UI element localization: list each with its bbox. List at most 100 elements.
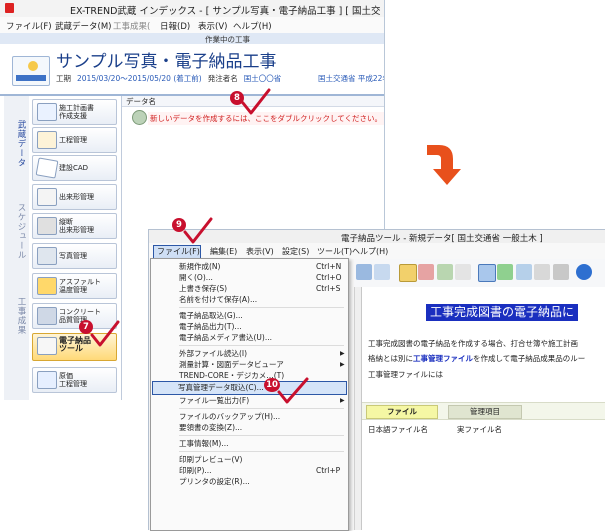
menu-item-label: 印刷プレビュー(V)	[179, 455, 243, 464]
sidebar-item-longitudinal[interactable]: 縦断 出来形管理	[32, 213, 117, 239]
file-menu-item[interactable]: プリンタの設定(R)...	[154, 476, 345, 487]
tab-construction-results[interactable]: 工事成果	[7, 291, 27, 341]
column-japanese-filename: 日本語ファイル名	[368, 425, 428, 434]
menu-item-label: 要領書の変換(Z)...	[179, 423, 243, 432]
project-info: 工期 2015/03/20〜2015/05/20 (着工前) 発注者名 国土〇〇省	[56, 73, 287, 84]
period-label: 工期	[56, 74, 71, 83]
file-menu-item[interactable]: 上書き保存(S) Ctrl+S	[154, 283, 345, 294]
menu-edit[interactable]: 編集(E)	[210, 246, 237, 257]
image-icon[interactable]	[437, 264, 453, 280]
menu-file[interactable]: ファイル(F)	[6, 20, 52, 32]
file-menu-item[interactable]: 電子納品出力(T)...	[154, 321, 345, 332]
menu-musashi-data[interactable]: 武蔵データ(M)	[55, 20, 111, 32]
menu-item-label: 写真管理データ取込(C)...	[178, 383, 264, 392]
orderer-label: 発注者名	[207, 74, 238, 83]
help-icon[interactable]	[576, 264, 592, 280]
file-menu-item[interactable]: TREND-CORE・デジカメ…(T)	[154, 370, 345, 381]
menu-item-label: プリンタの設定(R)...	[179, 477, 250, 486]
menu-separator	[179, 345, 344, 346]
sidebar-item-photo[interactable]: 写真管理	[32, 243, 117, 269]
grid-icon[interactable]	[455, 264, 471, 280]
sidebar-item-label: 原価 工程管理	[59, 372, 87, 388]
menu-tools[interactable]: ツール(T)	[317, 246, 352, 257]
file-menu-item[interactable]: 測量計算・図面データビューア ▶	[154, 359, 345, 370]
sidebar-item-label: 縦断 出来形管理	[59, 218, 94, 234]
menu-item-label: ファイル一覧出力(F)	[179, 396, 250, 405]
sidebar-item-label: 写真管理	[59, 252, 87, 260]
sidebar-item-cad[interactable]: 建設CAD	[32, 155, 117, 181]
doc-icon[interactable]	[418, 264, 434, 280]
camera-icon[interactable]	[553, 264, 569, 280]
doc-text-line: 格納とは別に工事管理ファイルを作成して電子納品成果品のルー	[368, 353, 585, 364]
road-icon	[37, 217, 57, 235]
orderer-value: 国土〇〇省	[243, 74, 282, 83]
roller-icon	[37, 277, 57, 295]
sidebar-item-cost[interactable]: 原価 工程管理	[32, 367, 117, 393]
sidebar-item-process[interactable]: 工程管理	[32, 127, 117, 153]
menu-item-label: 名前を付けて保存(A)...	[179, 295, 258, 304]
list-icon[interactable]	[478, 264, 496, 282]
sidebar-item-asphalt[interactable]: アスファルト 温度管理	[32, 273, 117, 299]
submenu-arrow-icon: ▶	[340, 350, 345, 357]
tab-management-items[interactable]: 管理項目	[448, 405, 522, 419]
file-menu-item[interactable]: 印刷(P)... Ctrl+P	[154, 465, 345, 476]
table-icon[interactable]	[534, 264, 550, 280]
menu-construction-results[interactable]: 工事成果(	[113, 20, 150, 32]
file-menu-item[interactable]: 要領書の変換(Z)...	[154, 422, 345, 433]
file-menu-item[interactable]: ファイルのバックアップ(H)...	[154, 411, 345, 422]
menu-item-import-photo-data[interactable]: 写真管理データ取込(C)...	[152, 381, 347, 395]
menu-settings[interactable]: 設定(S)	[282, 246, 309, 257]
refresh-icon[interactable]	[497, 264, 513, 280]
app-icon	[5, 3, 14, 13]
agency-label: 国土交通省 平成22年	[318, 74, 385, 83]
doc-text-line: 工事管理ファイルには	[368, 370, 443, 379]
file-menu-item[interactable]: 名前を付けて保存(A)...	[154, 294, 345, 305]
file-menu-dropdown: 新規作成(N) Ctrl+N 開く(O)... Ctrl+O 上書き保存(S) Ctrl+…	[150, 258, 349, 531]
menu-file[interactable]: ファイル(F)	[153, 245, 201, 259]
folder-tree-icon[interactable]	[399, 264, 417, 282]
menu-item-shortcut: Ctrl+P	[316, 466, 341, 475]
column-real-filename: 実ファイル名	[457, 425, 502, 434]
drawing-icon	[35, 157, 59, 179]
menu-help[interactable]: ヘルプ(H)	[233, 20, 272, 32]
file-menu-item[interactable]: 工事情報(M)...	[154, 438, 345, 449]
menu-item-label: 電子納品メディア書込(U)...	[179, 333, 272, 342]
sidebar-item-construction-plan[interactable]: 施工計画書 作成支援	[32, 99, 117, 125]
preview-icon[interactable]	[356, 264, 372, 280]
sidebar-item-label: 出来形管理	[59, 193, 94, 201]
menu-daily-report[interactable]: 日報(D)	[160, 20, 190, 32]
search-icon[interactable]	[374, 264, 390, 280]
project-header: サンプル写真・電子納品工事 工期 2015/03/20〜2015/05/20 (着…	[0, 44, 384, 96]
file-menu-item[interactable]: ファイル一覧出力(F) ▶	[154, 395, 345, 406]
project-icon	[12, 56, 50, 86]
tab-file[interactable]: ファイル	[366, 405, 438, 419]
doc-text: を作成して電子納品成果品のルー	[473, 354, 586, 363]
management-file-link[interactable]: 工事管理ファイル	[413, 354, 473, 363]
file-menu-item[interactable]: 外部ファイル読込(I) ▶	[154, 348, 345, 359]
sidebar-item-label: 施工計画書 作成支援	[59, 104, 94, 120]
export-icon[interactable]	[516, 264, 532, 280]
file-menu-item[interactable]: 電子納品取込(G)...	[154, 310, 345, 321]
sidebar-item-label: 電子納品 ツール	[59, 336, 91, 353]
file-menu-item[interactable]: 印刷プレビュー(V)	[154, 454, 345, 465]
menu-item-shortcut: Ctrl+O	[316, 273, 342, 282]
index-title-bar: EX-TREND武蔵 インデックス - [ サンプル写真・電子納品工事 ] [ …	[0, 0, 384, 18]
file-menu-item[interactable]: 電子納品メディア書込(U)...	[154, 332, 345, 343]
menu-view[interactable]: 表示(V)	[198, 20, 227, 32]
sidebar-item-finished-shape[interactable]: 出来形管理	[32, 184, 117, 210]
tab-schedule[interactable]: スケジュール	[7, 196, 27, 266]
data-name-column: データ名	[126, 97, 156, 106]
submenu-arrow-icon: ▶	[340, 361, 345, 368]
menu-item-label: 上書き保存(S)	[179, 284, 228, 293]
menu-item-shortcut: Ctrl+S	[316, 284, 341, 293]
menu-item-label: 工事情報(M)...	[179, 439, 229, 448]
disc-icon	[37, 337, 57, 355]
menu-view[interactable]: 表示(V)	[246, 246, 274, 257]
menu-item-label: 外部ファイル読込(I)	[179, 349, 248, 358]
doc-text-line: 工事完成図書の電子納品を作成する場合、打合せ簿や施工計画	[368, 339, 578, 348]
menu-help[interactable]: ヘルプ(H)	[352, 246, 388, 257]
index-menubar: ファイル(F) 武蔵データ(M) 工事成果( 日報(D) 表示(V) ヘルプ(H…	[0, 17, 384, 34]
file-menu-item[interactable]: 新規作成(N) Ctrl+N	[154, 261, 345, 272]
file-menu-item[interactable]: 開く(O)... Ctrl+O	[154, 272, 345, 283]
tab-musashi-data[interactable]: 武蔵データ	[7, 114, 27, 174]
